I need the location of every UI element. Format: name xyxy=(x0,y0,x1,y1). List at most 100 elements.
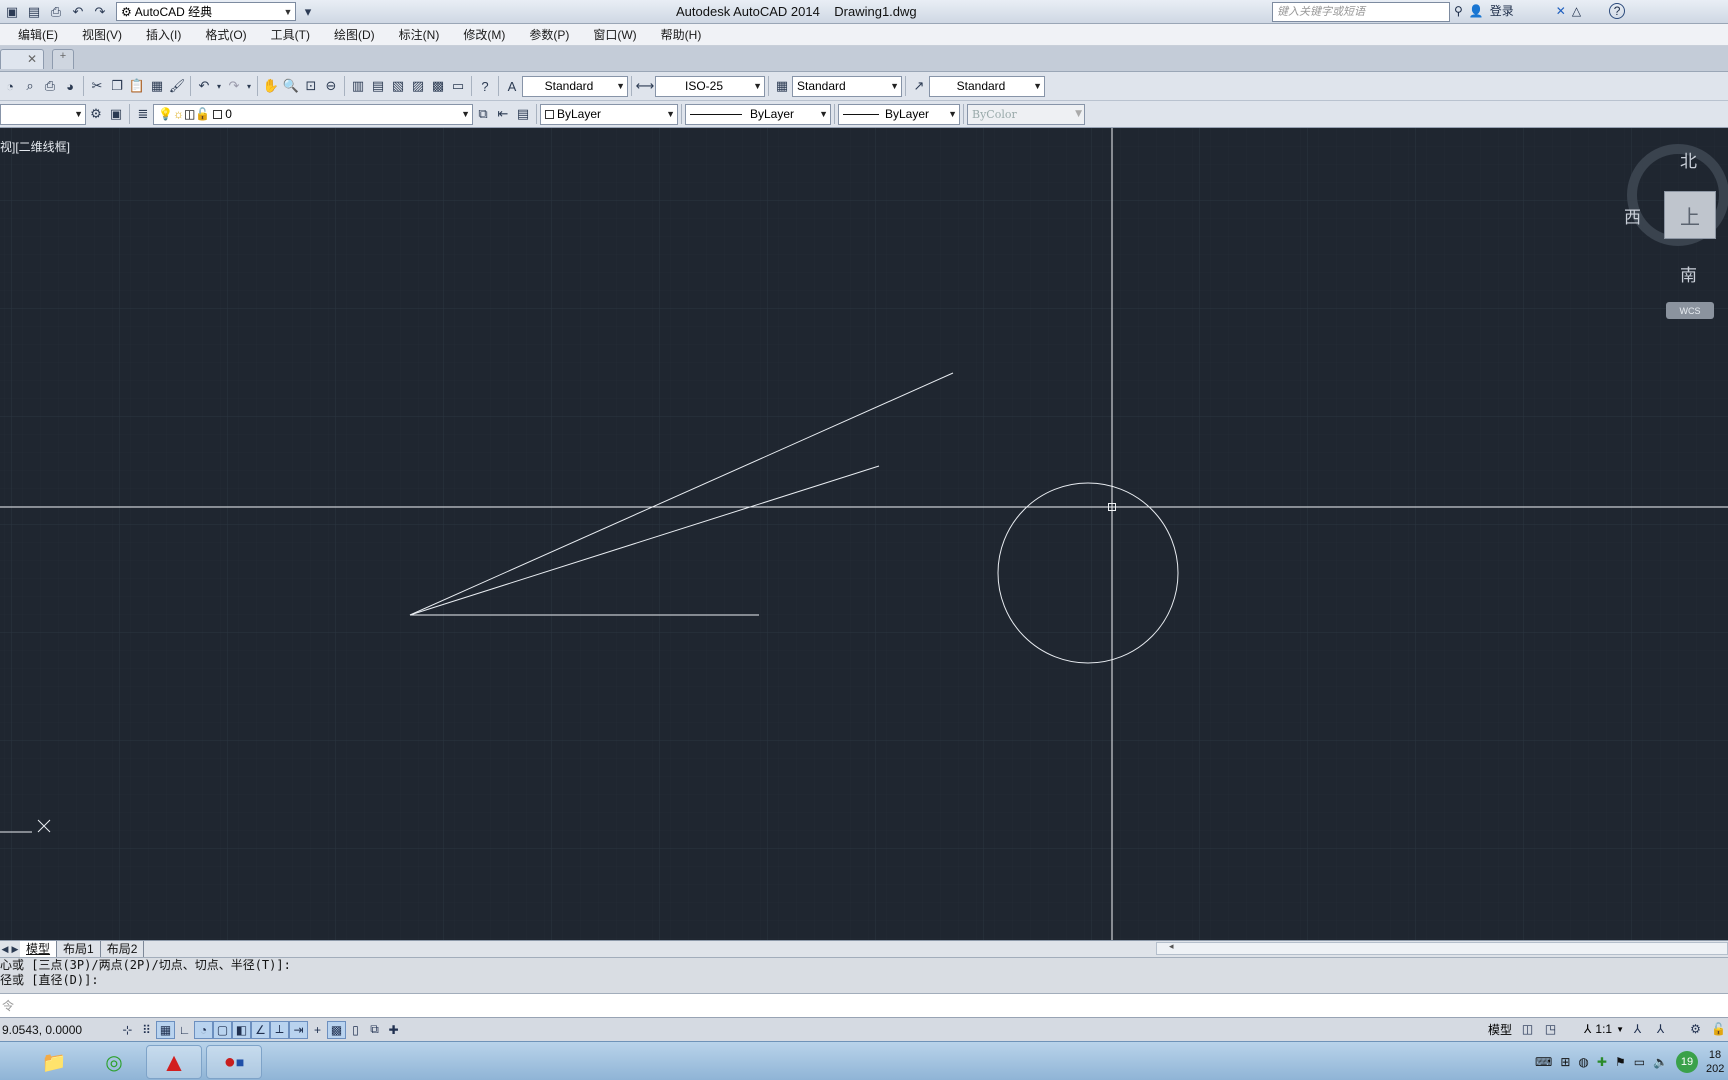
command-input[interactable]: 令 xyxy=(0,993,1728,1017)
annotation-scale-icon[interactable]: ⅄ xyxy=(1584,1022,1591,1036)
zoom-realtime-icon[interactable]: 🔍 xyxy=(281,76,301,96)
drawing-area[interactable]: 视][二维线框] xyxy=(0,128,1728,940)
layer-states-icon[interactable]: ▣ xyxy=(106,104,126,124)
linetype-select[interactable]: ByLayer ▼ xyxy=(685,103,831,125)
grid-display-icon[interactable]: ▦ xyxy=(156,1020,175,1039)
transparency-icon[interactable]: ▩ xyxy=(327,1020,346,1039)
layer-select[interactable]: 💡 ☼ ◫ 🔓 0 ▼ xyxy=(153,103,473,125)
chevron-down-icon[interactable]: ▾ xyxy=(244,76,254,96)
make-current-icon[interactable]: ⧉ xyxy=(473,104,493,124)
binoculars-icon[interactable]: ⚲ xyxy=(1454,4,1463,18)
text-style-select[interactable]: Standard ▼ xyxy=(522,75,628,97)
tab-prev-icon[interactable]: ◀ xyxy=(0,942,10,956)
close-icon[interactable]: ✕ xyxy=(27,52,37,66)
table-style-icon[interactable]: ▦ xyxy=(772,76,792,96)
notification-badge[interactable]: 19 xyxy=(1676,1050,1698,1073)
selection-cycling-icon[interactable]: ⧉ xyxy=(365,1021,384,1039)
table-style-select[interactable]: Standard ▼ xyxy=(792,75,902,97)
menu-item[interactable]: 帮助(H) xyxy=(649,26,714,43)
plot-icon[interactable]: ⎙ xyxy=(46,3,66,21)
plot-preview-icon[interactable]: ⌕ xyxy=(20,76,40,96)
ortho-mode-icon[interactable]: ∟ xyxy=(175,1021,194,1039)
quick-properties-icon[interactable]: ▯ xyxy=(346,1021,365,1039)
menu-item[interactable]: 视图(V) xyxy=(70,26,134,43)
security-icon[interactable]: ✚ xyxy=(1597,1055,1607,1069)
tab-layout2[interactable]: 布局2 xyxy=(101,941,145,957)
login-link[interactable]: 登录 xyxy=(1490,2,1514,19)
menu-item[interactable]: 参数(P) xyxy=(517,26,581,43)
recorder-taskbar-icon[interactable]: ● ■ xyxy=(206,1045,262,1079)
autocad-taskbar-icon[interactable]: ▲ xyxy=(146,1045,202,1079)
snap-mode-icon[interactable]: ⠿ xyxy=(137,1021,156,1039)
workspace-select[interactable]: ⚙ AutoCAD 经典 ▼ xyxy=(116,2,296,21)
compass-north[interactable]: 北 xyxy=(1680,147,1697,172)
saveas-icon[interactable]: ▤ xyxy=(24,3,44,21)
menu-item[interactable]: 插入(I) xyxy=(134,26,193,43)
pan-icon[interactable]: ✋ xyxy=(261,76,281,96)
tab-layout1[interactable]: 布局1 xyxy=(57,941,101,957)
layer-isolate-icon[interactable]: ▤ xyxy=(513,104,533,124)
workspace-layer-state-select[interactable]: ▼ xyxy=(0,103,86,125)
menu-item[interactable]: 绘图(D) xyxy=(322,26,387,43)
volume-icon[interactable]: 🔈 xyxy=(1653,1055,1668,1069)
chevron-down-icon[interactable]: ▼ xyxy=(1616,1025,1624,1034)
object-snap-tracking-icon[interactable]: ∠ xyxy=(251,1020,270,1039)
undo-icon[interactable]: ↶ xyxy=(68,3,88,21)
dynamic-input-icon[interactable]: ⇥ xyxy=(289,1020,308,1039)
flag-icon[interactable]: ⚑ xyxy=(1615,1055,1626,1069)
menu-item[interactable]: 格式(O) xyxy=(193,26,258,43)
text-style-icon[interactable]: A xyxy=(502,76,522,96)
polar-tracking-icon[interactable]: ◔ xyxy=(194,1020,213,1039)
search-input[interactable]: 键入关键字或短语 xyxy=(1272,2,1450,22)
new-tab-button[interactable]: + xyxy=(52,49,74,69)
tool-palettes-icon[interactable]: ▧ xyxy=(388,76,408,96)
multileader-style-select[interactable]: Standard ▼ xyxy=(929,75,1045,97)
menu-item[interactable]: 修改(M) xyxy=(451,26,517,43)
tray-app-icon[interactable]: ◍ xyxy=(1578,1055,1588,1069)
model-space-button[interactable]: 模型 xyxy=(1486,1021,1514,1038)
quick-view-drawings-icon[interactable]: ◳ xyxy=(1541,1020,1560,1038)
quick-view-layouts-icon[interactable]: ◫ xyxy=(1518,1020,1537,1038)
copy-icon[interactable]: ❐ xyxy=(107,76,127,96)
paste-icon[interactable]: 📋 xyxy=(127,76,147,96)
viewport-controls[interactable]: 视][二维线框] xyxy=(0,138,70,155)
object-snap-icon[interactable]: ▢ xyxy=(213,1020,232,1039)
network-icon[interactable]: ⊞ xyxy=(1560,1055,1570,1069)
sheet-set-icon[interactable]: ▨ xyxy=(408,76,428,96)
scroll-left-icon[interactable]: ◂ xyxy=(1169,941,1174,952)
compass-south[interactable]: 南 xyxy=(1680,261,1697,286)
annotation-scale-value[interactable]: 1:1 xyxy=(1595,1022,1612,1036)
toolbar-lock-icon[interactable]: 🔓 xyxy=(1709,1020,1728,1038)
help-icon[interactable]: ? xyxy=(1609,2,1626,19)
menu-item[interactable]: 窗口(W) xyxy=(581,26,648,43)
zoom-window-icon[interactable]: ⊡ xyxy=(301,76,321,96)
infer-constraints-icon[interactable]: ⊹ xyxy=(118,1021,137,1039)
workspace-switching-icon[interactable]: ⚙ xyxy=(1686,1020,1705,1038)
redo-icon[interactable]: ↷ xyxy=(224,76,244,96)
calculator-icon[interactable]: ▭ xyxy=(448,76,468,96)
undo-icon[interactable]: ↶ xyxy=(194,76,214,96)
publish-icon[interactable]: ⎙ xyxy=(40,76,60,96)
keyboard-icon[interactable]: ⌨ xyxy=(1535,1055,1552,1069)
browser-icon[interactable]: ◎ xyxy=(86,1045,142,1079)
lineweight-select[interactable]: ByLayer ▼ xyxy=(838,103,960,125)
3d-dwf-icon[interactable]: ◕ xyxy=(60,76,80,96)
gear-icon[interactable]: ⚙ xyxy=(86,104,106,124)
layer-previous-icon[interactable]: ⇤ xyxy=(493,104,513,124)
3d-object-snap-icon[interactable]: ◧ xyxy=(232,1020,251,1039)
display-icon[interactable]: ▭ xyxy=(1634,1055,1645,1069)
color-select[interactable]: ByLayer ▼ xyxy=(540,103,678,125)
zoom-previous-icon[interactable]: ⊖ xyxy=(321,76,341,96)
menu-item[interactable]: 编辑(E) xyxy=(0,26,70,43)
annotation-monitor-icon[interactable]: ✚ xyxy=(384,1021,403,1039)
explorer-icon[interactable]: 📁 xyxy=(26,1045,82,1079)
plotstyle-select[interactable]: ByColor ▼ xyxy=(967,103,1085,125)
properties-icon[interactable]: ▥ xyxy=(348,76,368,96)
exchange-icon[interactable]: ✕ xyxy=(1556,4,1566,18)
markup-icon[interactable]: ▩ xyxy=(428,76,448,96)
tab-model[interactable]: 模型 xyxy=(20,941,58,957)
open-icon[interactable]: ◔ xyxy=(0,76,20,96)
block-icon[interactable]: ▦ xyxy=(147,76,167,96)
horizontal-scrollbar[interactable]: ◂ xyxy=(1156,941,1728,955)
autodesk360-icon[interactable]: △ xyxy=(1572,4,1581,18)
